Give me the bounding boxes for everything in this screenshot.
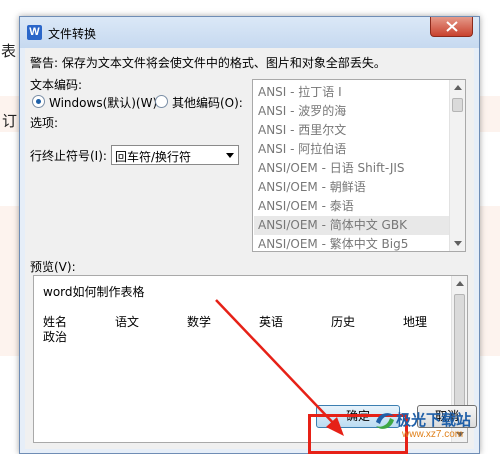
encoding-list-item[interactable]: ANSI - 西里尔文: [258, 121, 458, 140]
line-end-select[interactable]: 回车符/换行符: [111, 145, 239, 165]
preview-header-cell: 历史: [331, 315, 356, 329]
chevron-down-icon: [226, 153, 234, 158]
radio-windows-label[interactable]: Windows(默认)(W): [49, 94, 157, 111]
scroll-up-icon[interactable]: [456, 281, 464, 286]
encoding-list-scrollbar[interactable]: [449, 80, 465, 251]
encoding-list-item[interactable]: ANSI/OEM - 繁体中文 Big5: [258, 235, 458, 251]
preview-label: 预览(V):: [30, 260, 76, 274]
encoding-list-item[interactable]: ANSI - 波罗的海: [258, 102, 458, 121]
radio-other-label[interactable]: 其他编码(O):: [172, 94, 243, 111]
background-text: 表: [1, 42, 17, 60]
scroll-up-icon[interactable]: [454, 85, 462, 90]
warning-text: 警告: 保存为文本文件将会使文件中的格式、图片和对象全部丢失。: [30, 56, 386, 70]
site-watermark: 极光下载站 www.xz7.com: [372, 408, 500, 454]
encoding-list-item[interactable]: ANSI - 拉丁语 I: [258, 83, 458, 102]
line-end-label: 行终止符号(I):: [30, 149, 107, 163]
line-end-value: 回车符/换行符: [115, 150, 192, 164]
options-label: 选项:: [30, 116, 59, 130]
preview-line: word如何制作表格: [43, 285, 145, 299]
radio-other-encoding[interactable]: [155, 95, 168, 108]
dialog-titlebar[interactable]: W 文件转换: [20, 17, 479, 48]
file-convert-dialog: W 文件转换 警告: 保存为文本文件将会使文件中的格式、图片和对象全部丢失。 文…: [19, 16, 480, 454]
watermark-logo-icon: [376, 413, 394, 429]
watermark-title: 极光下载站: [396, 412, 472, 429]
wps-app-icon: W: [27, 25, 42, 40]
dialog-title: 文件转换: [48, 27, 97, 41]
encoding-list-item[interactable]: ANSI - 阿拉伯语: [258, 140, 458, 159]
encoding-label: 文本编码:: [30, 78, 83, 92]
encoding-list-item[interactable]: ANSI/OEM - 日语 Shift-JIS: [258, 159, 458, 178]
preview-header-cell: 数学: [187, 315, 212, 329]
encoding-list-item[interactable]: ANSI/OEM - 泰语: [258, 197, 458, 216]
preview-header-cell: 地理: [403, 315, 428, 329]
preview-line: 政治: [43, 330, 68, 344]
close-icon: [446, 21, 458, 32]
close-button[interactable]: [430, 17, 473, 37]
watermark-url: www.xz7.com: [402, 429, 464, 440]
preview-header-cell: 英语: [259, 315, 284, 329]
encoding-list-item[interactable]: ANSI/OEM - 简体中文 GBK: [254, 216, 465, 235]
scrollbar-thumb[interactable]: [454, 294, 465, 412]
encoding-list-item[interactable]: ANSI/OEM - 朝鲜语: [258, 178, 458, 197]
preview-header-cell: 语文: [115, 315, 140, 329]
radio-windows-default[interactable]: [32, 95, 45, 108]
dialog-body: 警告: 保存为文本文件将会使文件中的格式、图片和对象全部丢失。 文本编码: Wi…: [25, 48, 474, 449]
encoding-list[interactable]: ANSI - 拉丁语 I ANSI - 波罗的海 ANSI - 西里尔文 ANSI -…: [252, 79, 466, 252]
scroll-down-icon[interactable]: [454, 241, 462, 246]
scrollbar-thumb[interactable]: [452, 98, 463, 112]
background-text: 订: [2, 112, 18, 130]
